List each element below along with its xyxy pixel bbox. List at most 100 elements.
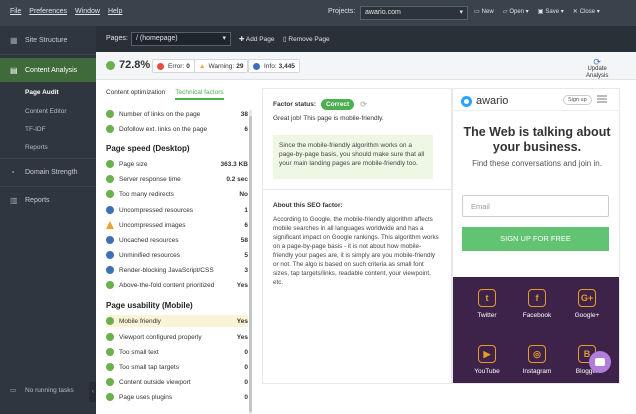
sidebar-divider bbox=[0, 158, 96, 159]
factor-status: Factor status: Correct ⟳ bbox=[273, 99, 367, 110]
sidebar-subitem-reports[interactable]: Reports bbox=[25, 144, 48, 151]
info-count-badge[interactable]: Info: 3,445 bbox=[248, 59, 300, 73]
factor-row[interactable]: Uncompressed resources 1 bbox=[106, 204, 248, 216]
info-status-icon bbox=[106, 206, 114, 214]
scrollbar-thumb[interactable] bbox=[249, 116, 252, 412]
chevron-down-icon: ▾ bbox=[222, 35, 226, 42]
factor-row[interactable]: Content outside viewport 0 bbox=[106, 376, 248, 388]
remove-page-button[interactable]: ▯ Remove Page bbox=[283, 35, 330, 43]
factor-label: Server response time bbox=[119, 175, 181, 183]
factor-value: Yes bbox=[236, 281, 248, 289]
factor-value: 38 bbox=[240, 110, 248, 118]
factor-label: Too small text bbox=[119, 348, 159, 356]
info-status-icon bbox=[106, 251, 114, 259]
factor-row[interactable]: Server response time 0.2 sec bbox=[106, 173, 248, 185]
factor-row[interactable]: Too small tap targets 0 bbox=[106, 361, 248, 373]
open-button[interactable]: ▱ Open ▾ bbox=[503, 8, 529, 15]
factor-value: 0 bbox=[244, 378, 248, 386]
update-analysis-button[interactable]: ⟳ Update Analysis bbox=[586, 57, 609, 80]
sidebar-subitem-content-editor[interactable]: Content Editor bbox=[25, 108, 67, 115]
warning-icon: ▲ bbox=[199, 62, 206, 70]
chat-icon[interactable] bbox=[589, 351, 611, 373]
sidebar-subitem-page-audit[interactable]: Page Audit bbox=[25, 89, 59, 96]
factor-row[interactable]: Too small text 0 bbox=[106, 346, 248, 358]
menu-file[interactable]: File bbox=[10, 8, 21, 15]
factor-value: Yes bbox=[236, 333, 248, 341]
factor-row[interactable]: Page size 363.3 KB bbox=[106, 158, 248, 170]
factor-row[interactable]: Unminified resources 5 bbox=[106, 249, 248, 261]
preview-signup-button[interactable]: Sign up bbox=[563, 95, 592, 105]
page-select[interactable]: / (homepage) ▾ bbox=[131, 32, 231, 46]
reload-icon[interactable]: ⟳ bbox=[360, 100, 367, 109]
remove-page-label: Remove Page bbox=[288, 36, 330, 43]
factor-label: Too small tap targets bbox=[119, 363, 179, 371]
factor-row[interactable]: Dofollow ext. links on the page 6 bbox=[106, 123, 248, 135]
menu-window[interactable]: Window bbox=[75, 8, 100, 15]
save-button[interactable]: ▣ Save ▾ bbox=[538, 8, 564, 15]
social-google-plus[interactable]: G+ Google+ bbox=[565, 289, 609, 319]
new-label: New bbox=[481, 9, 494, 15]
sidebar-item-site-structure[interactable]: ▦ Site Structure bbox=[0, 28, 96, 52]
error-count: 0 bbox=[186, 62, 190, 70]
factor-label: Above-the-fold content prioritized bbox=[119, 281, 215, 289]
factor-status-label: Factor status: bbox=[273, 101, 316, 108]
close-button[interactable]: ✕ Close ▾ bbox=[573, 8, 600, 15]
sidebar-item-reports[interactable]: ▥ Reports bbox=[0, 188, 96, 212]
menu-preferences[interactable]: Preferences bbox=[29, 8, 67, 15]
error-count-badge[interactable]: Error: 0 bbox=[152, 59, 195, 73]
factor-row[interactable]: Uncompressed images 6 bbox=[106, 219, 248, 231]
ok-status-icon bbox=[106, 175, 114, 183]
signup-free-button[interactable]: SIGN UP FOR FREE bbox=[462, 227, 609, 251]
plus-icon: ✚ bbox=[239, 36, 246, 43]
factor-row[interactable]: Number of links on the page 38 bbox=[106, 108, 248, 120]
task-status: ▭ No running tasks bbox=[10, 386, 74, 395]
ok-status-icon bbox=[106, 393, 114, 401]
chevron-down-icon: ▾ bbox=[459, 9, 463, 16]
social-youtube[interactable]: ▶ YouTube bbox=[465, 345, 509, 375]
ok-status-icon bbox=[106, 125, 114, 133]
sidebar: ▦ Site Structure ▤ Content Analysis Page… bbox=[0, 26, 97, 414]
tab-content-optimization[interactable]: Content optimization bbox=[106, 89, 165, 100]
ok-status-icon bbox=[106, 110, 114, 118]
ok-status-icon bbox=[106, 348, 114, 356]
factor-label: Dofollow ext. links on the page bbox=[119, 125, 208, 133]
add-page-label: Add Page bbox=[245, 36, 275, 43]
warning-count-badge[interactable]: ▲ Warning: 29 bbox=[194, 59, 249, 73]
factor-row[interactable]: Uncached resources 58 bbox=[106, 234, 248, 246]
add-page-button[interactable]: ✚ Add Page bbox=[239, 35, 274, 43]
sidebar-item-content-analysis[interactable]: ▤ Content Analysis bbox=[0, 58, 96, 82]
factor-row[interactable]: Render-blocking JavaScript/CSS 3 bbox=[106, 264, 248, 276]
factor-label: Uncompressed resources bbox=[119, 206, 194, 214]
project-select[interactable]: awario.com ▾ bbox=[360, 6, 468, 20]
about-text: According to Google, the mobile-friendly… bbox=[273, 216, 439, 286]
ok-status-icon bbox=[106, 190, 114, 198]
ok-status-icon bbox=[106, 333, 114, 341]
hamburger-menu-icon[interactable] bbox=[597, 95, 607, 103]
factor-row[interactable]: Page uses plugins 0 bbox=[106, 391, 248, 403]
new-button[interactable]: ▭ New bbox=[474, 8, 494, 15]
email-field[interactable]: Email bbox=[462, 195, 609, 217]
warning-label: Warning: bbox=[208, 62, 235, 70]
factor-row-selected[interactable]: Mobile friendly Yes bbox=[106, 315, 248, 327]
factor-row[interactable]: Too many redirects No bbox=[106, 188, 248, 200]
tab-technical-factors[interactable]: Technical factors bbox=[175, 89, 224, 100]
factor-label: Number of links on the page bbox=[119, 110, 201, 118]
factor-row[interactable]: Viewport configured properly Yes bbox=[106, 331, 248, 343]
sidebar-item-domain-strength[interactable]: ◔ Domain Strength bbox=[0, 160, 96, 184]
menu-help[interactable]: Help bbox=[108, 8, 122, 15]
pages-label: Pages: bbox=[106, 35, 128, 42]
factor-row[interactable]: Above-the-fold content prioritized Yes bbox=[106, 279, 248, 291]
factor-label: Unminified resources bbox=[119, 251, 181, 259]
awario-logo-icon bbox=[461, 95, 472, 107]
social-facebook[interactable]: f Facebook bbox=[515, 289, 559, 319]
project-actions: ▭ New ▱ Open ▾ ▣ Save ▾ ✕ Close ▾ bbox=[474, 8, 600, 15]
score-status-icon bbox=[106, 60, 115, 70]
recommendation-box: Since the mobile-friendly algorithm work… bbox=[273, 135, 433, 179]
social-label: YouTube bbox=[474, 368, 500, 375]
social-twitter[interactable]: t Twitter bbox=[465, 289, 509, 319]
sidebar-subitem-tf-idf[interactable]: TF-IDF bbox=[25, 126, 46, 133]
factor-value: 5 bbox=[244, 251, 248, 259]
social-instagram[interactable]: ◎ Instagram bbox=[515, 345, 559, 375]
update-label-line2: Analysis bbox=[586, 73, 609, 79]
refresh-icon: ⟳ bbox=[593, 57, 601, 67]
